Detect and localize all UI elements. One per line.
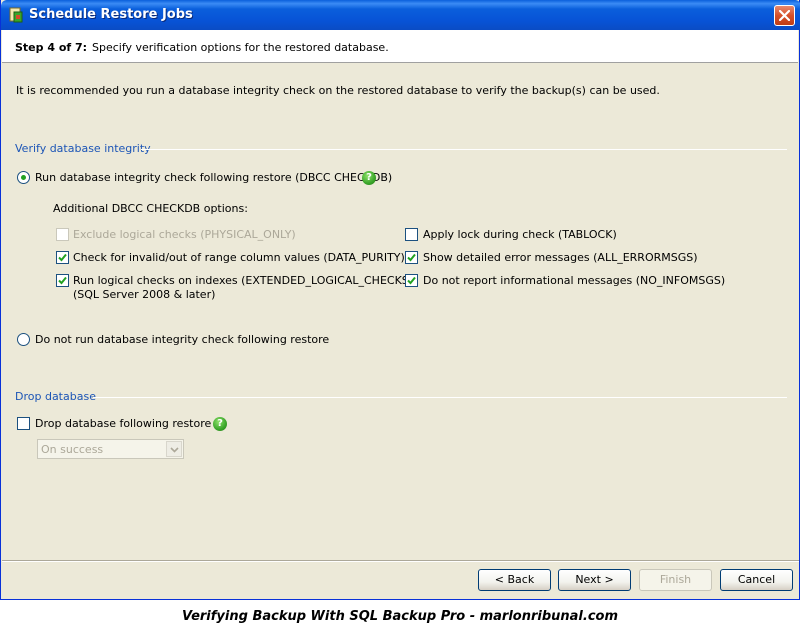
physical-only-checkbox[interactable] [56, 228, 69, 241]
run-check-label[interactable]: Run database integrity check following r… [35, 171, 392, 184]
physical-only-label[interactable]: Exclude logical checks (PHYSICAL_ONLY) [73, 228, 296, 241]
intro-text: It is recommended you run a database int… [16, 84, 660, 97]
app-icon [9, 7, 23, 23]
step-description: Specify verification options for the res… [92, 41, 389, 54]
run-check-radio[interactable] [17, 171, 30, 184]
verify-group-title: Verify database integrity [15, 142, 151, 155]
tablock-checkbox[interactable] [405, 228, 418, 241]
finish-button[interactable]: Finish [639, 569, 712, 591]
tablock-label[interactable]: Apply lock during check (TABLOCK) [423, 228, 617, 241]
all-errormsgs-label[interactable]: Show detailed error messages (ALL_ERRORM… [423, 251, 698, 264]
data-purity-label[interactable]: Check for invalid/out of range column va… [73, 251, 405, 264]
drop-database-label[interactable]: Drop database following restore [35, 417, 211, 430]
no-infomsgs-checkbox[interactable] [405, 274, 418, 287]
dropdown-button[interactable] [166, 441, 182, 457]
help-icon[interactable]: ? [362, 171, 376, 185]
all-errormsgs-checkbox[interactable] [405, 251, 418, 264]
window-title: Schedule Restore Jobs [29, 7, 193, 22]
footer-divider [2, 560, 799, 562]
no-check-label[interactable]: Do not run database integrity check foll… [35, 333, 329, 346]
help-icon[interactable]: ? [213, 417, 227, 431]
checkmark-icon [407, 253, 416, 262]
extended-logical-sublabel: (SQL Server 2008 & later) [73, 288, 216, 301]
close-icon [779, 10, 790, 21]
additional-options-label: Additional DBCC CHECKDB options: [53, 202, 248, 215]
no-infomsgs-label[interactable]: Do not report informational messages (NO… [423, 274, 725, 287]
data-purity-checkbox[interactable] [56, 251, 69, 264]
step-header: Step 4 of 7: Specify verification option… [2, 30, 798, 63]
extended-logical-label[interactable]: Run logical checks on indexes (EXTENDED_… [73, 274, 413, 287]
verify-group-divider [141, 149, 787, 150]
checkmark-icon [58, 276, 67, 285]
drop-database-checkbox[interactable] [17, 417, 30, 430]
no-check-radio[interactable] [17, 333, 30, 346]
drop-group-title: Drop database [15, 390, 96, 403]
title-bar[interactable]: Schedule Restore Jobs [1, 0, 800, 30]
checkmark-icon [58, 253, 67, 262]
drop-group-divider [93, 397, 787, 398]
chevron-down-icon [170, 447, 179, 453]
image-caption: Verifying Backup With SQL Backup Pro - m… [181, 609, 619, 624]
checkmark-icon [407, 276, 416, 285]
cancel-button[interactable]: Cancel [720, 569, 793, 591]
back-button[interactable]: < Back [478, 569, 551, 591]
dialog-window: Schedule Restore Jobs Step 4 of 7: Speci… [0, 0, 800, 600]
drop-condition-select[interactable]: On success [37, 439, 184, 459]
close-button[interactable] [774, 5, 795, 26]
extended-logical-checkbox[interactable] [56, 274, 69, 287]
drop-condition-value: On success [41, 443, 104, 456]
step-indicator: Step 4 of 7: [15, 41, 88, 54]
next-button[interactable]: Next > [558, 569, 631, 591]
